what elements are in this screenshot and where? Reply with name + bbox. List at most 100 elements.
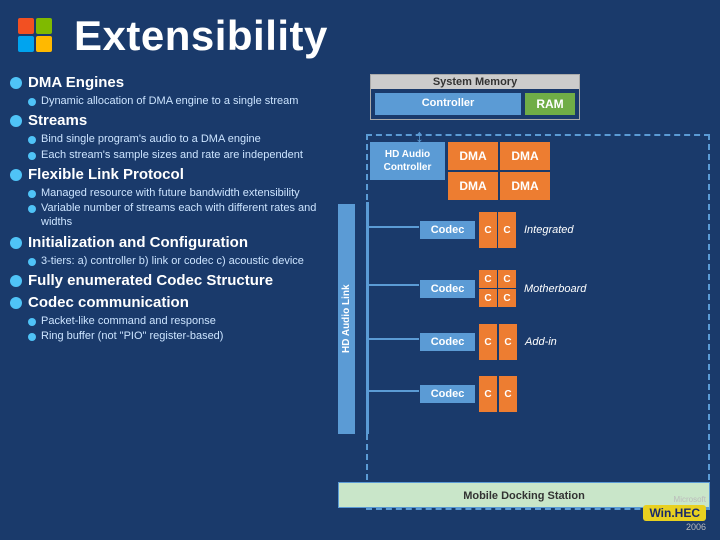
codec-c-cell-1: C: [479, 270, 497, 288]
bullet-section-init: Initialization and Configuration 3-tiers…: [10, 234, 320, 268]
sub-bullet-flexible-1: Managed resource with future bandwidth e…: [28, 186, 320, 200]
sub-bullet-init-label-1: 3-tiers: a) controller b) link or codec …: [41, 254, 304, 268]
hd-audio-link-label: HD Audio Link: [338, 204, 355, 434]
ram-box: RAM: [525, 93, 575, 115]
winhec-area: Microsoft Win.HEC 2006: [643, 495, 706, 532]
codec-c-single-4: C C: [479, 376, 517, 412]
diagram-container: System Memory Controller RAM ↕ HD Audio …: [330, 74, 710, 532]
microsoft-label: Microsoft: [643, 495, 706, 504]
left-column: DMA Engines Dynamic allocation of DMA en…: [10, 70, 320, 532]
sub-bullet-codec-comm-1: Packet-like command and response: [28, 314, 320, 328]
codec-box-3: Codec: [420, 333, 475, 351]
bullet-codec-struct-label: Fully enumerated Codec Structure: [28, 272, 273, 290]
bullet-codec-struct: Fully enumerated Codec Structure: [10, 272, 320, 290]
sub-bullet-streams-label-1: Bind single program's audio to a DMA eng…: [41, 132, 261, 146]
bullet-streams: Streams: [10, 112, 320, 130]
year-label: 2006: [643, 522, 706, 532]
dma-cell-2: DMA: [500, 142, 550, 170]
bullet-flexible: Flexible Link Protocol: [10, 166, 320, 184]
sub-bullet-codec-comm-label-2: Ring buffer (not "PIO" register-based): [41, 329, 223, 343]
page-title: Extensibility: [74, 12, 328, 60]
addin-label: Add-in: [525, 336, 557, 348]
bullet-flexible-label: Flexible Link Protocol: [28, 166, 184, 184]
system-memory-inner: Controller RAM: [371, 89, 579, 119]
codec-c-cell-2: C: [498, 270, 516, 288]
vertical-connector-line: [366, 202, 369, 434]
codec-c-mobile-1: C: [479, 376, 497, 412]
mobile-docking-label: Mobile Docking Station: [463, 490, 585, 502]
sub-bullets-codec-comm: Packet-like command and response Ring bu…: [28, 314, 320, 344]
horiz-connector-2: [369, 284, 419, 286]
integrated-label: Integrated: [524, 224, 574, 236]
sub-bullet-flexible-label-2: Variable number of streams each with dif…: [41, 201, 320, 230]
bullet-icon: [10, 77, 22, 89]
hd-audio-controller-box: HD Audio Controller: [370, 142, 445, 180]
bullet-icon: [10, 297, 22, 309]
sub-bullet-codec-comm-label-1: Packet-like command and response: [41, 314, 216, 328]
sub-bullet-icon: [28, 333, 36, 341]
codec-c-addin: C: [479, 324, 497, 360]
bullet-section-codec-struct: Fully enumerated Codec Structure: [10, 272, 320, 290]
sub-bullet-icon: [28, 190, 36, 198]
dma-cell-4: DMA: [500, 172, 550, 200]
codec-box-4: Codec: [420, 385, 475, 403]
dma-cell-3: DMA: [448, 172, 498, 200]
sub-bullets-streams: Bind single program's audio to a DMA eng…: [28, 132, 320, 162]
windows-logo-icon: [10, 10, 62, 62]
bullet-codec-comm-label: Codec communication: [28, 294, 189, 312]
bullet-dma-engines: DMA Engines: [10, 74, 320, 92]
sub-bullets-dma: Dynamic allocation of DMA engine to a si…: [28, 94, 320, 108]
horiz-connector-1: [369, 226, 419, 228]
sub-bullet-streams-label-2: Each stream's sample sizes and rate are …: [41, 148, 303, 162]
codec-c-cell-3: C: [479, 289, 497, 307]
winhec-badge: Win.HEC: [643, 505, 706, 521]
system-memory-label: System Memory: [371, 75, 579, 89]
sub-bullet-codec-comm-2: Ring buffer (not "PIO" register-based): [28, 329, 320, 343]
bullet-section-flexible: Flexible Link Protocol Managed resource …: [10, 166, 320, 230]
bullet-codec-comm: Codec communication: [10, 294, 320, 312]
codec-c-single-1: C C: [479, 212, 516, 248]
bullet-streams-label: Streams: [28, 112, 87, 130]
codec-box-2: Codec: [420, 280, 475, 298]
main-content: DMA Engines Dynamic allocation of DMA en…: [0, 70, 720, 532]
codec-row-motherboard: Codec C C C C Motherboard: [420, 270, 586, 307]
bullet-section-dma: DMA Engines Dynamic allocation of DMA en…: [10, 74, 320, 108]
codec-row-mobile: Codec C C: [420, 376, 517, 412]
sub-bullet-icon: [28, 205, 36, 213]
sub-bullets-init: 3-tiers: a) controller b) link or codec …: [28, 254, 320, 268]
sub-bullet-icon: [28, 318, 36, 326]
sub-bullet-dma-1: Dynamic allocation of DMA engine to a si…: [28, 94, 320, 108]
system-memory-box: System Memory Controller RAM: [370, 74, 580, 120]
sub-bullet-icon: [28, 258, 36, 266]
sub-bullets-flexible: Managed resource with future bandwidth e…: [28, 186, 320, 230]
codec-c-top-1: C: [479, 212, 497, 248]
codec-c-mobile-2: C: [499, 376, 517, 412]
dma-cell-1: DMA: [448, 142, 498, 170]
bullet-section-streams: Streams Bind single program's audio to a…: [10, 112, 320, 162]
bullet-section-codec-comm: Codec communication Packet-like command …: [10, 294, 320, 344]
horiz-connector-3: [369, 338, 419, 340]
right-column: System Memory Controller RAM ↕ HD Audio …: [330, 70, 710, 532]
sub-bullet-dma-label-1: Dynamic allocation of DMA engine to a si…: [41, 94, 298, 108]
codec-c-single-3: C C: [479, 324, 517, 360]
codec-c-cell-4: C: [498, 289, 516, 307]
bullet-icon: [10, 169, 22, 181]
sub-bullet-init-1: 3-tiers: a) controller b) link or codec …: [28, 254, 320, 268]
bullet-dma-label: DMA Engines: [28, 74, 124, 92]
sub-bullet-streams-1: Bind single program's audio to a DMA eng…: [28, 132, 320, 146]
sub-bullet-flexible-2: Variable number of streams each with dif…: [28, 201, 320, 230]
codec-row-integrated: Codec C C Integrated: [420, 212, 574, 248]
codec-c-grid-2: C C C C: [479, 270, 516, 307]
horiz-connector-4: [369, 390, 419, 392]
motherboard-label: Motherboard: [524, 283, 586, 295]
page-header: Extensibility: [0, 0, 720, 70]
sub-bullet-icon: [28, 152, 36, 160]
sub-bullet-streams-2: Each stream's sample sizes and rate are …: [28, 148, 320, 162]
sub-bullet-icon: [28, 136, 36, 144]
bullet-init: Initialization and Configuration: [10, 234, 320, 252]
bullet-icon: [10, 115, 22, 127]
codec-c-addin-2: C: [499, 324, 517, 360]
codec-c-top-2: C: [498, 212, 516, 248]
dma-grid: DMA DMA DMA DMA: [448, 142, 550, 200]
bullet-init-label: Initialization and Configuration: [28, 234, 248, 252]
